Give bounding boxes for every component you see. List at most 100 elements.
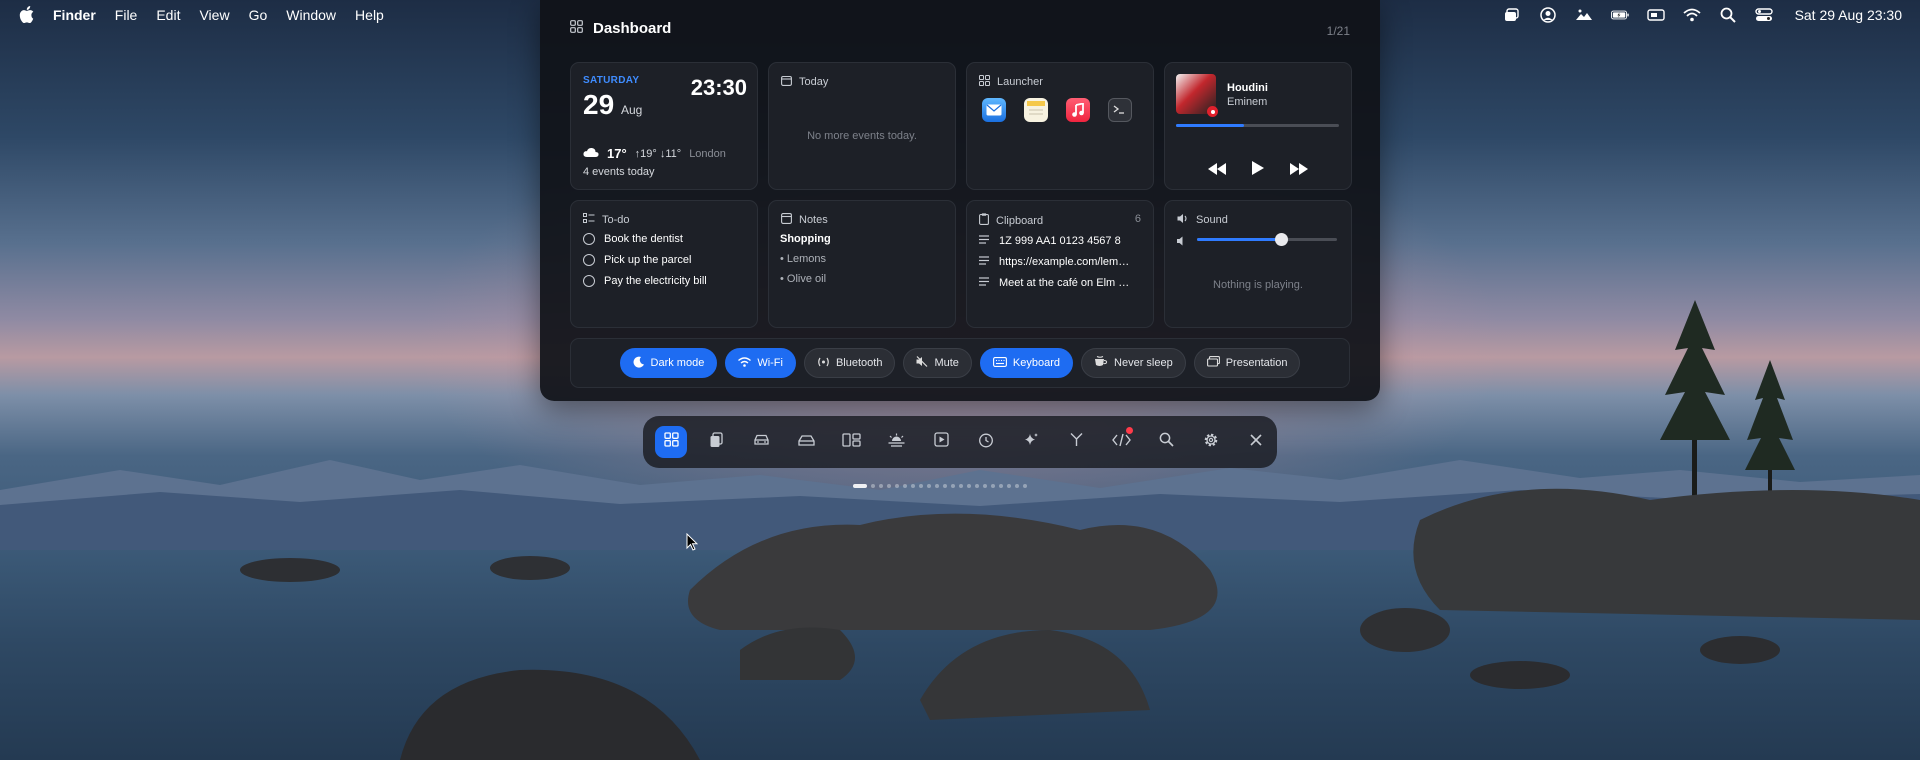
mail-icon[interactable] — [982, 98, 1006, 122]
notes-widget[interactable]: Notes Shopping • Lemons • Olive oil — [768, 200, 956, 328]
music-widget[interactable]: Houdini Eminem — [1164, 62, 1352, 190]
dock-settings[interactable] — [1195, 426, 1227, 458]
menu-help[interactable]: Help — [355, 7, 384, 23]
page-dot[interactable] — [959, 484, 963, 488]
apple-icon[interactable] — [19, 6, 37, 23]
toggle-never-sleep[interactable]: Never sleep — [1081, 348, 1186, 378]
dock-dashboard[interactable] — [655, 426, 687, 458]
toggle-presentation[interactable]: Presentation — [1193, 348, 1301, 378]
page-dot[interactable] — [999, 484, 1003, 488]
dock-timer[interactable] — [970, 426, 1002, 458]
track-title: Houdini — [1227, 82, 1268, 94]
page-dot[interactable] — [1015, 484, 1019, 488]
toggle-dark-mode[interactable]: Dark mode — [619, 348, 718, 378]
menu-view[interactable]: View — [199, 7, 229, 23]
dock-search[interactable] — [1150, 426, 1182, 458]
toggle-wifi[interactable]: Wi-Fi — [725, 348, 796, 378]
music-app-badge-icon — [1207, 106, 1218, 117]
page-dot[interactable] — [1023, 484, 1027, 488]
rewind-icon[interactable] — [1208, 162, 1226, 180]
page-dot[interactable] — [853, 484, 867, 488]
volume-knob[interactable] — [1275, 233, 1288, 246]
launcher-widget[interactable]: Launcher — [966, 62, 1154, 190]
page-dot[interactable] — [943, 484, 947, 488]
dock-close[interactable] — [1240, 426, 1272, 458]
music-icon[interactable] — [1066, 98, 1090, 122]
toggle-mute[interactable]: Mute — [903, 348, 972, 378]
todo-widget[interactable]: To-do Book the dentist Pick up the parce… — [570, 200, 758, 328]
page-dot[interactable] — [983, 484, 987, 488]
todo-item[interactable]: Pay the electricity bill — [583, 275, 707, 287]
clipboard-item-text: https://example.com/lemons — [999, 256, 1134, 268]
text-lines-icon — [979, 277, 989, 289]
menu-clock[interactable]: Sat 29 Aug 23:30 — [1795, 7, 1902, 23]
date-weather-widget[interactable]: SATURDAY 29 Aug 23:30 17° ↑19° ↓11° Lond… — [570, 62, 758, 190]
stack-icon[interactable] — [1503, 7, 1521, 23]
wifi-icon[interactable] — [1682, 7, 1701, 23]
toggle-bluetooth[interactable]: Bluetooth — [803, 348, 896, 378]
dock-sparkle[interactable] — [1015, 426, 1047, 458]
scene-icon[interactable] — [1575, 7, 1593, 23]
dock-media[interactable] — [925, 426, 957, 458]
menu-app-name[interactable]: Finder — [53, 7, 96, 23]
bluetooth-icon — [817, 357, 830, 370]
clipboard-item[interactable]: https://example.com/lemons — [979, 256, 1134, 268]
checkbox-circle-icon[interactable] — [583, 233, 595, 245]
page-dot[interactable] — [1007, 484, 1011, 488]
dock-branch[interactable] — [1060, 426, 1092, 458]
menu-edit[interactable]: Edit — [156, 7, 180, 23]
page-dot[interactable] — [879, 484, 883, 488]
page-dot[interactable] — [903, 484, 907, 488]
clipboard-icon — [709, 431, 724, 453]
page-dot[interactable] — [911, 484, 915, 488]
page-dot[interactable] — [975, 484, 979, 488]
clipboard-item[interactable]: 1Z 999 AA1 0123 4567 8 — [979, 235, 1121, 247]
sound-widget[interactable]: Sound Nothing is playing. — [1164, 200, 1352, 328]
dock-layout[interactable] — [835, 426, 867, 458]
play-icon[interactable] — [1252, 161, 1264, 180]
page-dot[interactable] — [871, 484, 875, 488]
dock-code[interactable] — [1105, 426, 1137, 458]
page-dot[interactable] — [991, 484, 995, 488]
terminal-icon[interactable] — [1108, 98, 1132, 122]
page-dot[interactable] — [951, 484, 955, 488]
toggle-label: Keyboard — [1012, 357, 1061, 369]
checkbox-circle-icon[interactable] — [583, 254, 595, 266]
today-widget[interactable]: Today No more events today. — [768, 62, 956, 190]
dock-clipboard[interactable] — [700, 426, 732, 458]
dock-weather[interactable] — [880, 426, 912, 458]
page-dot[interactable] — [887, 484, 891, 488]
page-indicator[interactable] — [853, 484, 1027, 488]
page-dot[interactable] — [919, 484, 923, 488]
todo-item[interactable]: Pick up the parcel — [583, 254, 691, 266]
page-dot[interactable] — [927, 484, 931, 488]
todo-item[interactable]: Book the dentist — [583, 233, 683, 245]
page-dot[interactable] — [935, 484, 939, 488]
dock-car[interactable] — [745, 426, 777, 458]
fast-forward-icon[interactable] — [1290, 162, 1308, 180]
dock-drive[interactable] — [790, 426, 822, 458]
menu-window[interactable]: Window — [286, 7, 336, 23]
page-dot[interactable] — [895, 484, 899, 488]
volume-slider[interactable] — [1197, 233, 1337, 246]
display-icon[interactable] — [1646, 7, 1665, 23]
dashboard-header: Dashboard — [570, 20, 671, 37]
notes-icon[interactable] — [1024, 98, 1048, 122]
track-progress[interactable] — [1176, 124, 1339, 127]
search-icon[interactable] — [1719, 7, 1737, 23]
sound-header: Sound — [1177, 213, 1228, 227]
weekday-label: SATURDAY — [583, 75, 640, 86]
notification-badge — [1126, 427, 1133, 434]
menu-file[interactable]: File — [115, 7, 138, 23]
clipboard-widget[interactable]: Clipboard 6 1Z 999 AA1 0123 4567 8 https… — [966, 200, 1154, 328]
page-dot[interactable] — [967, 484, 971, 488]
clipboard-item[interactable]: Meet at the café on Elm Road — [979, 277, 1134, 289]
day-number: 29 — [583, 89, 615, 120]
toggle-label: Never sleep — [1114, 357, 1173, 369]
toggle-keyboard[interactable]: Keyboard — [979, 348, 1074, 378]
checkbox-circle-icon[interactable] — [583, 275, 595, 287]
control-center-icon[interactable] — [1754, 7, 1773, 23]
battery-charging-icon[interactable] — [1610, 7, 1629, 23]
user-circle-icon[interactable] — [1539, 6, 1557, 23]
menu-go[interactable]: Go — [249, 7, 268, 23]
